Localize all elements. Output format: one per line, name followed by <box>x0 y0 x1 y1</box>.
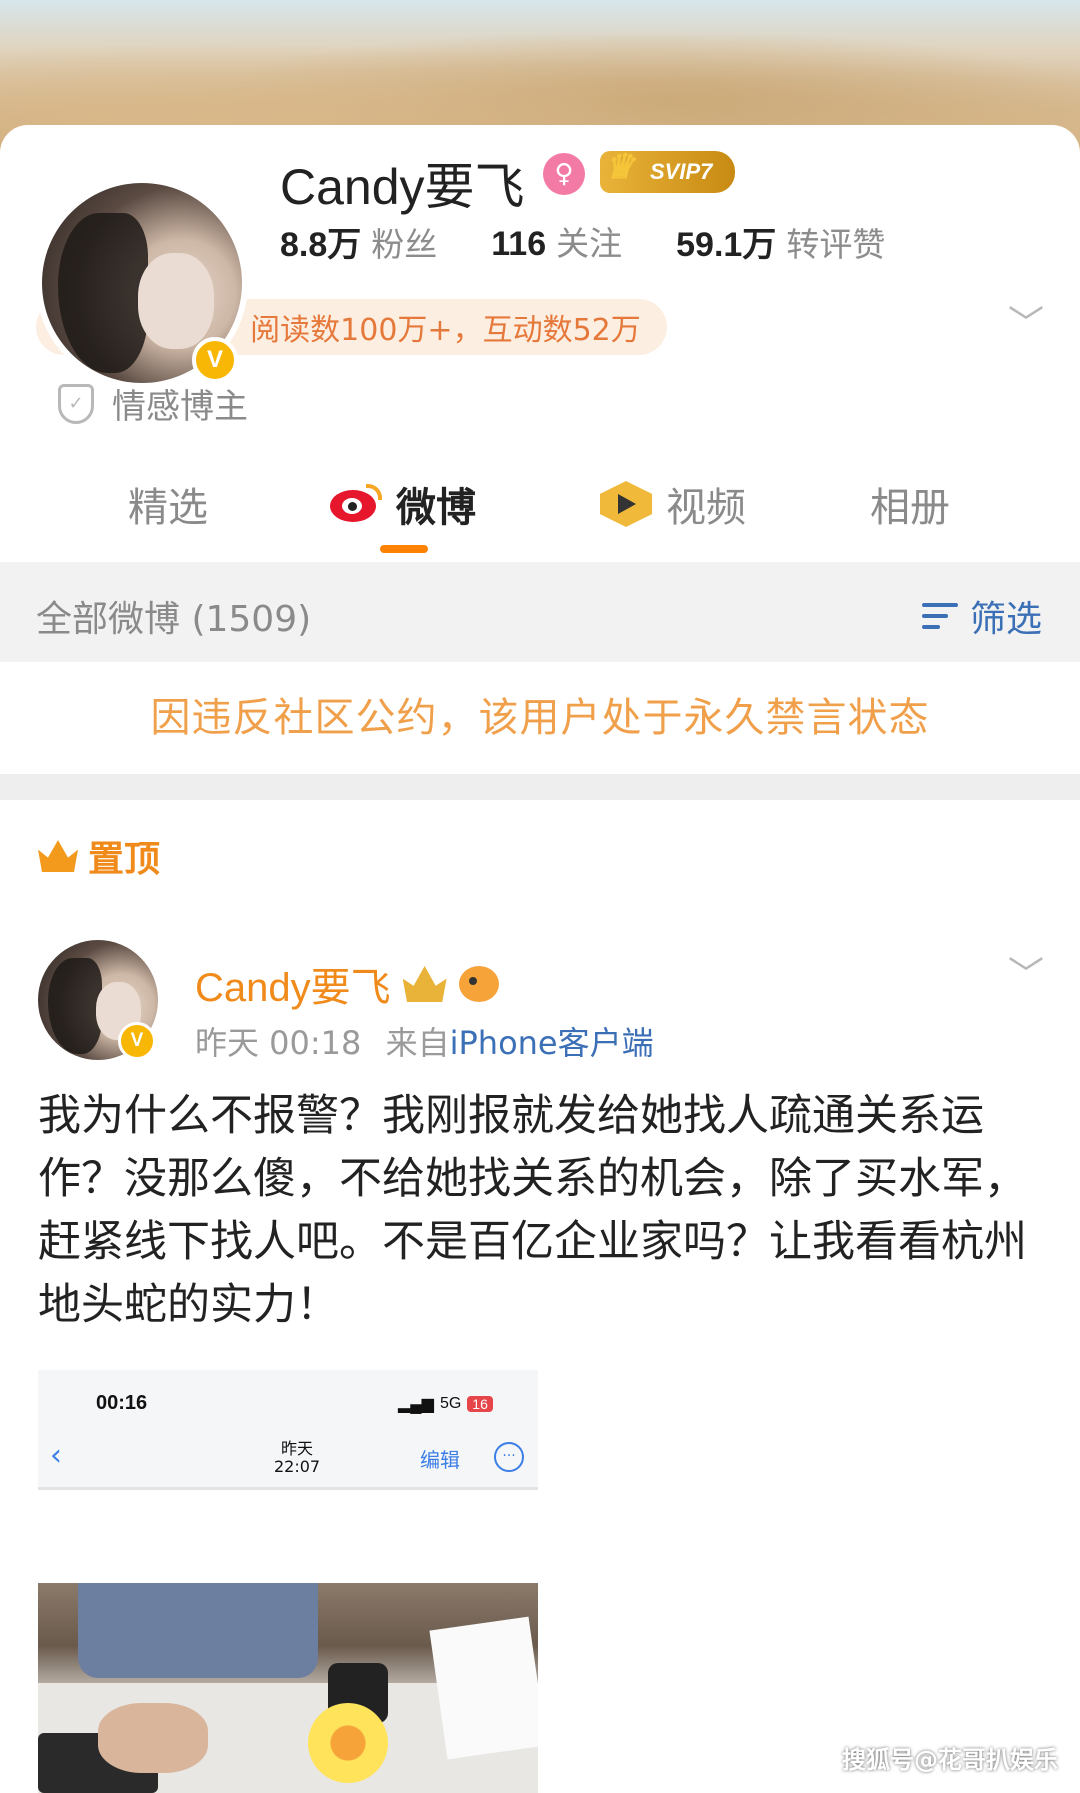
tab-video-label: 视频 <box>666 485 746 531</box>
tab-weibo[interactable]: 微博 <box>330 475 476 533</box>
stat-following-count: 116 <box>491 225 547 263</box>
profile-stats: 8.8万 粉丝 116 关注 59.1万 转评赞 <box>280 217 885 266</box>
crown-icon <box>38 840 78 872</box>
shield-icon: ✓ <box>58 383 94 424</box>
chevron-down-icon[interactable]: ﹀ <box>1008 295 1044 347</box>
filter-button[interactable]: 筛选 <box>921 590 1042 642</box>
flower-sticker-icon <box>308 1703 388 1783</box>
screenshot-edit: 编辑 <box>420 1448 460 1472</box>
tab-featured[interactable]: 精选 <box>128 475 208 533</box>
filter-label: 筛选 <box>969 599 1042 640</box>
crown-icon: ♛ <box>604 148 635 186</box>
profile-nickname: Candy要飞 <box>280 159 525 215</box>
avatar-hair <box>47 958 102 1054</box>
pinned-label: 置顶 <box>38 830 160 882</box>
photo-hand <box>98 1703 208 1773</box>
tab-album-label: 相册 <box>870 485 950 531</box>
vip-crown-icon <box>402 966 447 1002</box>
post-source[interactable]: iPhone客户端 <box>450 1024 654 1062</box>
svip-badge[interactable]: ♛ SVIP7 <box>600 148 735 193</box>
filter-icon <box>921 599 962 633</box>
screenshot-network: 5G <box>439 1395 462 1412</box>
all-posts-count[interactable]: 全部微博 (1509) <box>36 590 311 642</box>
photo-paper <box>429 1616 538 1760</box>
stat-fans[interactable]: 8.8万 粉丝 <box>280 217 437 266</box>
screenshot-date-time: 22:07 <box>274 1457 321 1476</box>
screenshot-battery: 16 <box>467 1396 493 1412</box>
screenshot-date: 昨天 22:07 <box>274 1440 320 1476</box>
tab-weibo-label: 微博 <box>396 485 476 531</box>
stat-following[interactable]: 116 关注 <box>491 217 622 266</box>
post-author[interactable]: Candy要飞 <box>195 955 499 1013</box>
stat-following-label: 关注 <box>556 224 623 263</box>
tab-video[interactable]: 视频 <box>600 475 746 533</box>
stat-fans-label: 粉丝 <box>371 225 438 264</box>
avatar-face <box>138 253 214 349</box>
video-play-icon <box>600 481 652 527</box>
active-tab-indicator <box>380 545 428 553</box>
pinned-text: 置顶 <box>88 839 161 880</box>
post-image-1[interactable]: 00:16 ▂▄▆ 5G 16 ‹ 昨天 22:07 编辑 ··· <box>38 1370 538 1490</box>
tab-album[interactable]: 相册 <box>870 475 950 533</box>
watermark: 搜狐号@花哥扒娱乐 <box>842 1746 1058 1774</box>
post-text: 我为什么不报警？我刚报就发给她找人疏通关系运作？没那么傻，不给她找关系的机会，除… <box>38 1091 1027 1330</box>
stat-interactions-label: 转评赞 <box>786 225 886 264</box>
section-divider <box>0 774 1080 800</box>
back-icon: ‹ <box>50 1438 62 1473</box>
profile-tabs: 精选 微博 视频 相册 <box>0 465 1080 560</box>
screenshot-status: ▂▄▆ 5G 16 <box>398 1394 493 1414</box>
screenshot-time: 00:16 <box>96 1392 148 1414</box>
female-icon: ♀ <box>543 153 585 195</box>
verified-icon: V <box>118 1022 156 1060</box>
more-icon: ··· <box>494 1442 524 1472</box>
avatar-hair <box>58 213 148 373</box>
verified-icon: V <box>192 337 238 383</box>
ban-notice: 因违反社区公约，该用户处于永久禁言状态 <box>0 662 1080 774</box>
post-time: 昨天 00:18 <box>195 1024 362 1062</box>
weibo-logo-icon <box>330 484 382 524</box>
stat-interactions[interactable]: 59.1万 转评赞 <box>676 217 885 266</box>
fan-badge-icon <box>458 966 499 1002</box>
tab-featured-label: 精选 <box>128 485 208 531</box>
photo-uniform <box>78 1583 318 1678</box>
post-author-name: Candy要飞 <box>195 966 391 1010</box>
signal-icon: ▂▄▆ <box>398 1396 434 1413</box>
post-source-prefix: 来自 <box>385 1024 450 1062</box>
svip-label: SVIP7 <box>650 159 713 184</box>
post-meta: 昨天 00:18 来自iPhone客户端 <box>195 1018 654 1064</box>
screenshot-date-day: 昨天 <box>281 1439 314 1458</box>
post-image-2[interactable] <box>38 1583 538 1793</box>
stat-interactions-count: 59.1万 <box>676 226 777 264</box>
stat-fans-count: 8.8万 <box>280 226 362 264</box>
filter-bar: 全部微博 (1509) 筛选 <box>0 562 1080 662</box>
post-menu-chevron-icon[interactable]: ﹀ <box>1008 946 1044 998</box>
